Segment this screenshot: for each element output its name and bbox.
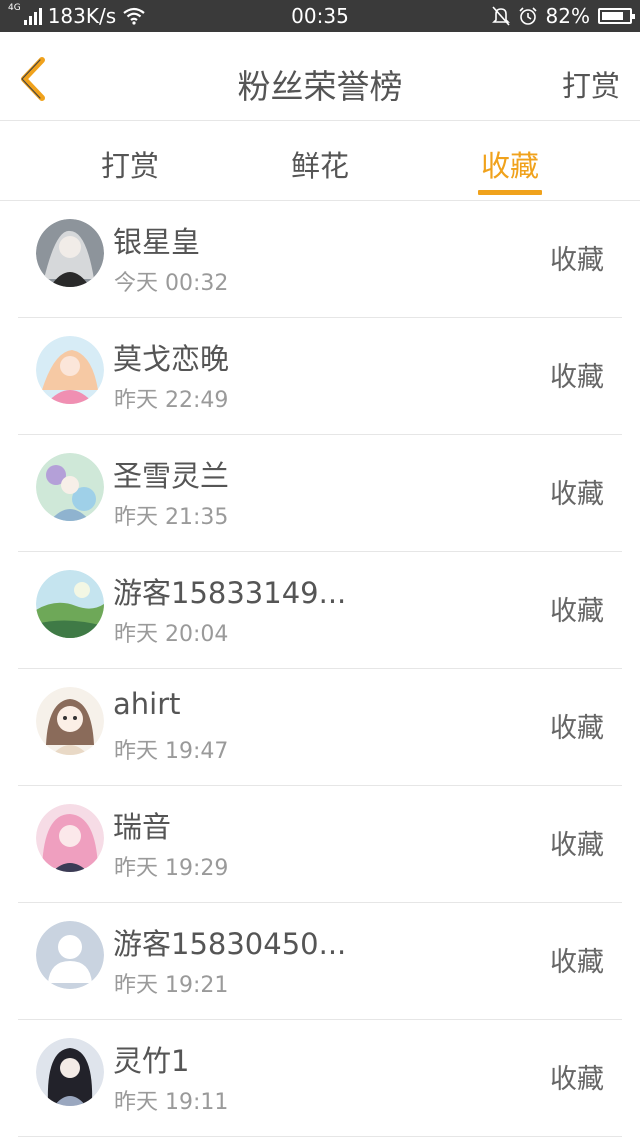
fan-action-label: 收藏 xyxy=(550,830,604,861)
tab-favorites[interactable]: 收藏 xyxy=(481,143,539,185)
list-item[interactable]: 游客15830450... 昨天 19:21 收藏 xyxy=(0,903,640,1020)
list-item[interactable]: 银星皇 今天 00:32 收藏 xyxy=(0,201,640,318)
fan-action-label: 收藏 xyxy=(550,947,604,978)
fan-action-label: 收藏 xyxy=(550,245,604,276)
header-bar: 粉丝荣誉榜 打赏 xyxy=(0,32,640,121)
list-item[interactable]: 瑞音 昨天 19:29 收藏 xyxy=(0,786,640,903)
fan-name: 游客15833149... xyxy=(113,576,347,610)
battery-icon xyxy=(598,8,635,24)
avatar xyxy=(36,921,104,989)
fan-name: 游客15830450... xyxy=(113,927,347,961)
fan-action-label: 收藏 xyxy=(550,1064,604,1095)
fan-time: 昨天 19:47 xyxy=(114,739,229,764)
fan-time: 昨天 22:49 xyxy=(114,388,229,413)
status-right: 82% xyxy=(491,4,635,28)
fan-name: ahirt xyxy=(113,687,181,721)
list-item[interactable]: 灵竹1 昨天 19:11 收藏 xyxy=(0,1020,640,1137)
fan-name: 瑞音 xyxy=(113,810,172,844)
fan-name: 圣雪灵兰 xyxy=(113,459,230,493)
status-bar: 4G 183K/s 00:35 82% xyxy=(0,0,640,32)
tab-bar: 打赏 鲜花 收藏 xyxy=(0,121,640,201)
fan-name: 灵竹1 xyxy=(113,1044,190,1078)
fan-action-label: 收藏 xyxy=(550,479,604,510)
fan-time: 昨天 19:29 xyxy=(114,856,229,881)
tab-active-indicator xyxy=(478,190,542,195)
avatar xyxy=(36,570,104,638)
battery-percent: 82% xyxy=(545,4,590,28)
mute-bell-icon xyxy=(491,6,510,26)
avatar xyxy=(36,219,104,287)
fan-time: 昨天 19:11 xyxy=(114,1090,229,1115)
alarm-icon xyxy=(518,7,537,25)
list-item[interactable]: 游客15833149... 昨天 20:04 收藏 xyxy=(0,552,640,669)
fan-action-label: 收藏 xyxy=(550,596,604,627)
avatar xyxy=(36,804,104,872)
fan-action-label: 收藏 xyxy=(550,362,604,393)
list-item[interactable]: 莫戈恋晚 昨天 22:49 收藏 xyxy=(0,318,640,435)
avatar xyxy=(36,453,104,521)
fan-time: 今天 00:32 xyxy=(114,271,229,296)
avatar xyxy=(36,336,104,404)
fan-time: 昨天 19:21 xyxy=(114,973,229,998)
fan-time: 昨天 21:35 xyxy=(114,505,229,530)
list-item[interactable]: 圣雪灵兰 昨天 21:35 收藏 xyxy=(0,435,640,552)
avatar xyxy=(36,1038,104,1106)
fan-time: 昨天 20:04 xyxy=(114,622,229,647)
page-title: 粉丝荣誉榜 xyxy=(237,67,403,106)
fan-action-label: 收藏 xyxy=(550,713,604,744)
tab-flowers[interactable]: 鲜花 xyxy=(291,143,349,185)
list-item[interactable]: ahirt 昨天 19:47 收藏 xyxy=(0,669,640,786)
fan-name: 银星皇 xyxy=(113,225,201,259)
tab-reward[interactable]: 打赏 xyxy=(101,143,159,185)
fan-name: 莫戈恋晚 xyxy=(113,342,230,376)
reward-button[interactable]: 打赏 xyxy=(562,63,620,105)
avatar xyxy=(36,687,104,755)
fan-list: 银星皇 今天 00:32 收藏 莫戈恋晚 昨天 22:49 收藏 圣雪灵兰 昨天… xyxy=(0,201,640,1137)
